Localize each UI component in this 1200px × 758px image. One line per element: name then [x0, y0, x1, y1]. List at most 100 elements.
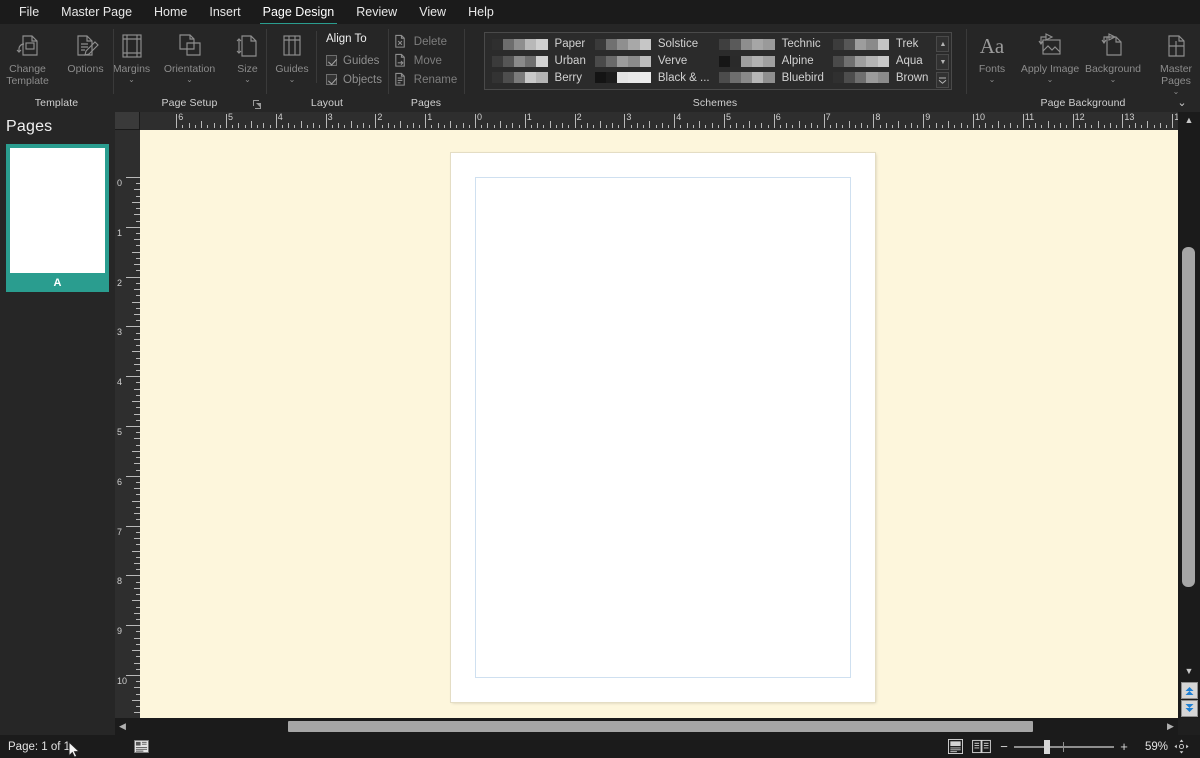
page-layout-icon[interactable]: [128, 737, 154, 757]
menu-item-home[interactable]: Home: [143, 1, 198, 24]
checkbox-checked-icon: [326, 55, 337, 66]
scheme-item-technic[interactable]: Technic: [716, 36, 830, 53]
zoom-slider-thumb[interactable]: [1044, 740, 1050, 754]
ruler-tick-minor: [319, 125, 320, 128]
scheme-item-solstice[interactable]: Solstice: [592, 36, 716, 53]
scheme-item-black-and-white[interactable]: Black & ...: [592, 69, 716, 86]
scroll-right-icon[interactable]: ▶: [1163, 718, 1178, 735]
scheme-item-alpine[interactable]: Alpine: [716, 53, 830, 70]
ruler-tick-minor: [786, 123, 787, 128]
background-button[interactable]: Background ⌄: [1079, 27, 1147, 84]
align-to-objects-checkbox[interactable]: Objects: [326, 71, 382, 88]
page-rename-button[interactable]: Rename: [393, 70, 457, 89]
vertical-ruler[interactable]: 01234567891011: [115, 130, 140, 718]
orientation-button[interactable]: Orientation ⌄: [161, 27, 219, 84]
scheme-item-aqua[interactable]: Aqua: [830, 53, 935, 70]
ruler-tick-minor: [351, 121, 352, 128]
apply-image-button[interactable]: Apply Image ⌄: [1021, 27, 1079, 84]
align-to-guides-checkbox[interactable]: Guides: [326, 52, 382, 69]
document-page[interactable]: [451, 153, 875, 702]
orientation-label: Orientation: [159, 63, 221, 75]
ruler-tick-minor: [201, 121, 202, 128]
menu-item-insert[interactable]: Insert: [198, 1, 251, 24]
menu-item-master-page[interactable]: Master Page: [50, 1, 143, 24]
prev-page-icon[interactable]: [1181, 682, 1198, 699]
ruler-tick-minor: [768, 125, 769, 128]
schemes-more-button[interactable]: [936, 72, 949, 88]
horizontal-scrollbar[interactable]: ◀ ▶: [115, 718, 1178, 735]
scheme-item-bluebird[interactable]: Bluebird: [716, 69, 830, 86]
change-template-button[interactable]: Change Template: [0, 27, 57, 87]
horizontal-scroll-thumb[interactable]: [288, 721, 1033, 732]
scheme-label-verve: Verve: [658, 55, 687, 67]
fit-to-window-icon[interactable]: [1168, 737, 1194, 757]
chevron-down-icon[interactable]: ⌄: [289, 76, 296, 84]
chevron-down-icon[interactable]: ⌄: [186, 76, 193, 84]
scheme-item-berry[interactable]: Berry: [489, 69, 592, 86]
ruler-corner[interactable]: [115, 112, 140, 130]
document-canvas[interactable]: [140, 130, 1178, 718]
page-thumbnail-a[interactable]: A: [6, 144, 109, 292]
ruler-tick-minor: [830, 125, 831, 128]
next-page-icon[interactable]: [1181, 700, 1198, 717]
ruler-tick-minor: [1098, 121, 1099, 128]
page-setup-dialog-launcher[interactable]: [252, 99, 263, 110]
ruler-tick-minor: [805, 125, 806, 128]
chevron-down-icon[interactable]: ⌄: [1047, 76, 1054, 84]
vertical-scroll-thumb[interactable]: [1182, 247, 1195, 587]
scroll-left-icon[interactable]: ◀: [115, 718, 130, 735]
ruler-tick-minor: [450, 121, 451, 128]
guides-button[interactable]: Guides ⌄: [268, 27, 316, 84]
menu-item-file[interactable]: File: [8, 1, 50, 24]
ribbon-collapse-icon[interactable]: ⌄: [1172, 93, 1192, 111]
margins-button[interactable]: Margins ⌄: [103, 27, 161, 84]
ruler-tick-minor: [469, 125, 470, 128]
schemes-column-4: Trek Aqua: [830, 36, 935, 86]
schemes-scroll-down-button[interactable]: ▼: [936, 54, 949, 70]
ruler-label-h: 12: [1075, 113, 1085, 122]
scroll-down-icon[interactable]: ▼: [1181, 663, 1197, 678]
menu-item-help[interactable]: Help: [457, 1, 505, 24]
chevron-down-icon[interactable]: ⌄: [1110, 76, 1117, 84]
scroll-up-icon[interactable]: ▲: [1181, 112, 1197, 127]
chevron-down-icon[interactable]: ⌄: [128, 76, 135, 84]
menu-item-view[interactable]: View: [408, 1, 457, 24]
chevron-down-icon[interactable]: ⌄: [244, 76, 251, 84]
zoom-in-button[interactable]: +: [1114, 739, 1134, 754]
zoom-out-button[interactable]: −: [994, 739, 1014, 754]
scheme-item-paper[interactable]: Paper: [489, 36, 592, 53]
page-move-button[interactable]: Move: [393, 51, 457, 70]
schemes-gallery-scrollbar[interactable]: ▲ ▼: [936, 36, 949, 88]
ruler-tick-minor: [1085, 123, 1086, 128]
master-pages-button[interactable]: Master Pages ⌄: [1147, 27, 1200, 96]
two-page-spread-view-icon[interactable]: [968, 737, 994, 757]
scheme-item-verve[interactable]: Verve: [592, 53, 716, 70]
ruler-tick-minor: [842, 125, 843, 128]
scheme-item-trek[interactable]: Trek: [830, 36, 935, 53]
ruler-tick-minor: [1029, 125, 1030, 128]
ruler-tick-minor: [519, 125, 520, 128]
page-delete-button[interactable]: Delete: [393, 32, 457, 51]
page-delete-label: Delete: [414, 36, 447, 48]
menu-item-review[interactable]: Review: [345, 1, 408, 24]
zoom-slider[interactable]: [1014, 737, 1114, 757]
vertical-scrollbar[interactable]: ▲ ▼: [1178, 112, 1200, 718]
horizontal-scroll-track[interactable]: [130, 718, 1163, 735]
ruler-tick-minor: [799, 121, 800, 128]
scheme-item-brown[interactable]: Brown: [830, 69, 935, 86]
single-page-view-icon[interactable]: [942, 737, 968, 757]
zoom-level-label[interactable]: 59%: [1134, 741, 1168, 753]
page-status-label: Page: 1 of 1: [8, 741, 70, 753]
scheme-item-urban[interactable]: Urban: [489, 53, 592, 70]
ruler-tick-minor: [880, 125, 881, 128]
schemes-gallery[interactable]: Paper Urban: [484, 32, 953, 90]
menu-item-page-design[interactable]: Page Design: [252, 1, 346, 24]
schemes-scroll-up-button[interactable]: ▲: [936, 36, 949, 52]
horizontal-ruler[interactable]: 65432101234567891011121314: [140, 112, 1178, 130]
fonts-button[interactable]: Aa Fonts ⌄: [963, 27, 1021, 84]
chevron-down-icon[interactable]: ⌄: [989, 76, 996, 84]
ruler-tick-minor: [531, 125, 532, 128]
ruler-label-v: 4: [117, 378, 122, 387]
scheme-swatch-paper: [492, 39, 548, 50]
ruler-tick-minor: [562, 123, 563, 128]
